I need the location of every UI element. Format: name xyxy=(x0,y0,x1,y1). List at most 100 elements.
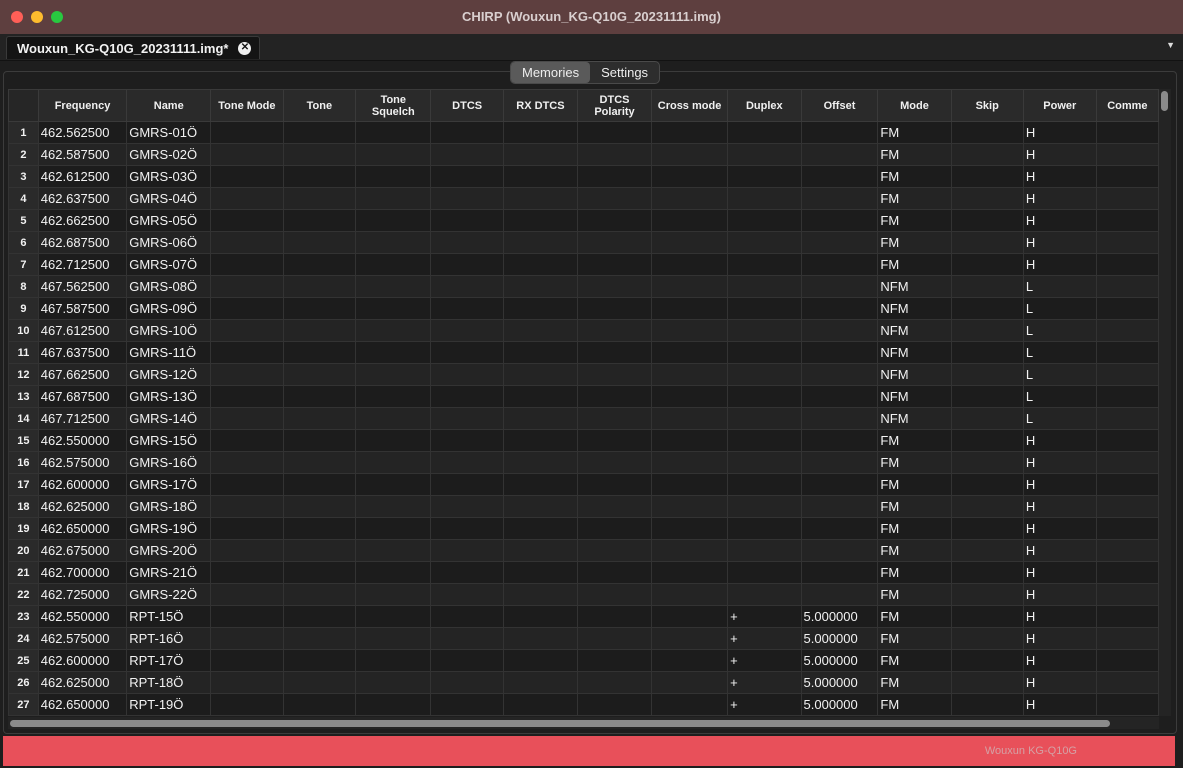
cell-offset[interactable] xyxy=(800,539,879,562)
cell-mode[interactable]: FM xyxy=(877,517,952,540)
cell-skip[interactable] xyxy=(950,363,1024,386)
cell-cross-mode[interactable] xyxy=(651,539,729,562)
cell-comme[interactable] xyxy=(1095,187,1159,210)
cell-mode[interactable]: NFM xyxy=(877,407,952,430)
cell-dtcs-polarity[interactable] xyxy=(577,583,653,606)
cell-skip[interactable] xyxy=(950,517,1024,540)
cell-dtcs-polarity[interactable] xyxy=(577,363,653,386)
cell-offset[interactable] xyxy=(800,495,879,518)
cell-comme[interactable] xyxy=(1095,583,1159,606)
cell-comme[interactable] xyxy=(1095,539,1159,562)
row-number[interactable]: 19 xyxy=(8,517,39,540)
cell-mode[interactable]: FM xyxy=(877,693,952,716)
cell-dtcs-polarity[interactable] xyxy=(577,165,653,188)
cell-name[interactable]: RPT-17Ö xyxy=(126,649,212,672)
cell-tone-mode[interactable] xyxy=(210,539,284,562)
cell-dtcs-polarity[interactable] xyxy=(577,605,653,628)
cell-power[interactable]: L xyxy=(1022,319,1097,342)
cell-power[interactable]: H xyxy=(1022,627,1097,650)
cell-frequency[interactable]: 462.687500 xyxy=(37,231,128,254)
column-header-tone-squelch[interactable]: Tone Squelch xyxy=(355,89,432,122)
cell-dtcs[interactable] xyxy=(430,253,504,276)
cell-tone-squelch[interactable] xyxy=(355,187,432,210)
cell-comme[interactable] xyxy=(1095,297,1159,320)
horizontal-scrollbar-thumb[interactable] xyxy=(10,720,1110,727)
cell-dtcs[interactable] xyxy=(430,209,504,232)
cell-cross-mode[interactable] xyxy=(651,121,729,144)
cell-dtcs[interactable] xyxy=(430,429,504,452)
table-row[interactable]: 20 462.675000 GMRS-20Ö FM H xyxy=(8,539,1159,562)
cell-frequency[interactable]: 462.550000 xyxy=(37,429,128,452)
cell-dtcs[interactable] xyxy=(430,605,504,628)
cell-cross-mode[interactable] xyxy=(651,165,729,188)
cell-duplex[interactable]: + xyxy=(727,693,802,716)
cell-tone-mode[interactable] xyxy=(210,231,284,254)
cell-power[interactable]: H xyxy=(1022,429,1097,452)
cell-mode[interactable]: FM xyxy=(877,209,952,232)
cell-tone-mode[interactable] xyxy=(210,341,284,364)
cell-skip[interactable] xyxy=(950,385,1024,408)
cell-duplex[interactable] xyxy=(727,407,802,430)
cell-mode[interactable]: FM xyxy=(877,671,952,694)
cell-comme[interactable] xyxy=(1095,143,1159,166)
cell-name[interactable]: RPT-16Ö xyxy=(126,627,212,650)
cell-comme[interactable] xyxy=(1095,165,1159,188)
cell-skip[interactable] xyxy=(950,627,1024,650)
cell-frequency[interactable]: 462.625000 xyxy=(37,495,128,518)
cell-offset[interactable] xyxy=(800,121,879,144)
cell-tone-squelch[interactable] xyxy=(355,363,432,386)
cell-duplex[interactable] xyxy=(727,231,802,254)
cell-dtcs-polarity[interactable] xyxy=(577,693,653,716)
cell-name[interactable]: RPT-18Ö xyxy=(126,671,212,694)
cell-dtcs[interactable] xyxy=(430,407,504,430)
cell-tone[interactable] xyxy=(282,429,357,452)
cell-tone[interactable] xyxy=(282,583,357,606)
cell-tone[interactable] xyxy=(282,231,357,254)
cell-name[interactable]: GMRS-09Ö xyxy=(126,297,212,320)
cell-tone-mode[interactable] xyxy=(210,583,284,606)
cell-comme[interactable] xyxy=(1095,407,1159,430)
row-number[interactable]: 2 xyxy=(8,143,39,166)
cell-cross-mode[interactable] xyxy=(651,693,729,716)
cell-dtcs[interactable] xyxy=(430,649,504,672)
cell-comme[interactable] xyxy=(1095,649,1159,672)
cell-tone[interactable] xyxy=(282,363,357,386)
cell-mode[interactable]: FM xyxy=(877,627,952,650)
cell-skip[interactable] xyxy=(950,165,1024,188)
row-number[interactable]: 11 xyxy=(8,341,39,364)
cell-mode[interactable]: FM xyxy=(877,429,952,452)
cell-tone-mode[interactable] xyxy=(210,473,284,496)
cell-mode[interactable]: FM xyxy=(877,121,952,144)
cell-tone-squelch[interactable] xyxy=(355,605,432,628)
cell-tone[interactable] xyxy=(282,473,357,496)
cell-frequency[interactable]: 462.650000 xyxy=(37,517,128,540)
cell-dtcs-polarity[interactable] xyxy=(577,451,653,474)
cell-rx-dtcs[interactable] xyxy=(502,605,579,628)
cell-dtcs-polarity[interactable] xyxy=(577,121,653,144)
cell-dtcs-polarity[interactable] xyxy=(577,209,653,232)
table-row[interactable]: 8 467.562500 GMRS-08Ö NFM L xyxy=(8,275,1159,298)
cell-mode[interactable]: FM xyxy=(877,165,952,188)
cell-duplex[interactable] xyxy=(727,363,802,386)
cell-offset[interactable] xyxy=(800,143,879,166)
cell-name[interactable]: GMRS-02Ö xyxy=(126,143,212,166)
table-row[interactable]: 4 462.637500 GMRS-04Ö FM H xyxy=(8,187,1159,210)
table-row[interactable]: 21 462.700000 GMRS-21Ö FM H xyxy=(8,561,1159,584)
cell-cross-mode[interactable] xyxy=(651,451,729,474)
cell-duplex[interactable] xyxy=(727,539,802,562)
cell-cross-mode[interactable] xyxy=(651,187,729,210)
cell-frequency[interactable]: 462.725000 xyxy=(37,583,128,606)
cell-comme[interactable] xyxy=(1095,275,1159,298)
row-number[interactable]: 17 xyxy=(8,473,39,496)
row-number[interactable]: 15 xyxy=(8,429,39,452)
cell-rx-dtcs[interactable] xyxy=(502,165,579,188)
cell-tone-squelch[interactable] xyxy=(355,539,432,562)
cell-skip[interactable] xyxy=(950,407,1024,430)
cell-cross-mode[interactable] xyxy=(651,407,729,430)
cell-skip[interactable] xyxy=(950,297,1024,320)
cell-cross-mode[interactable] xyxy=(651,275,729,298)
row-number[interactable]: 8 xyxy=(8,275,39,298)
cell-skip[interactable] xyxy=(950,429,1024,452)
row-number[interactable]: 14 xyxy=(8,407,39,430)
column-header-duplex[interactable]: Duplex xyxy=(727,89,802,122)
